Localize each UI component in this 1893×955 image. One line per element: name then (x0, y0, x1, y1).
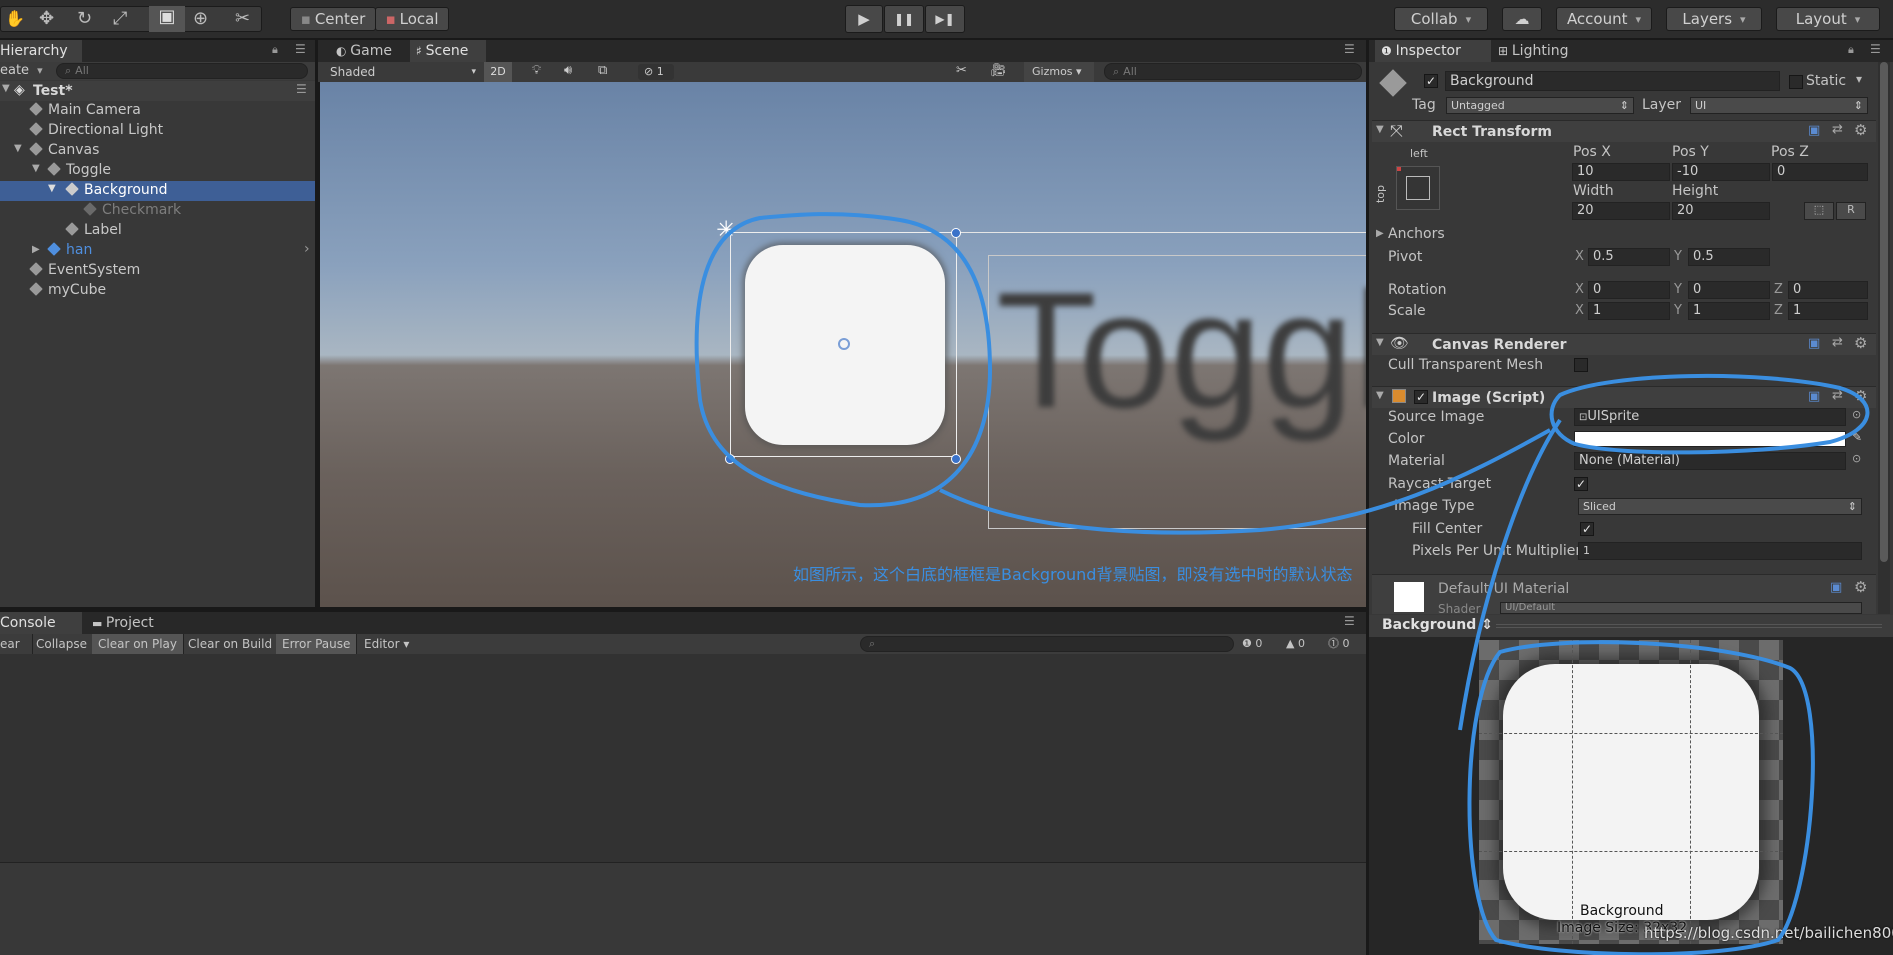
annotation-link-down (1458, 418, 1562, 731)
annotation-circle-inspector (1549, 373, 1870, 455)
annotation-connector (939, 428, 1551, 535)
annotation-circle-preview (1467, 640, 1815, 955)
annotation-overlay (694, 212, 1870, 955)
annotation-circle-scene (694, 212, 993, 508)
